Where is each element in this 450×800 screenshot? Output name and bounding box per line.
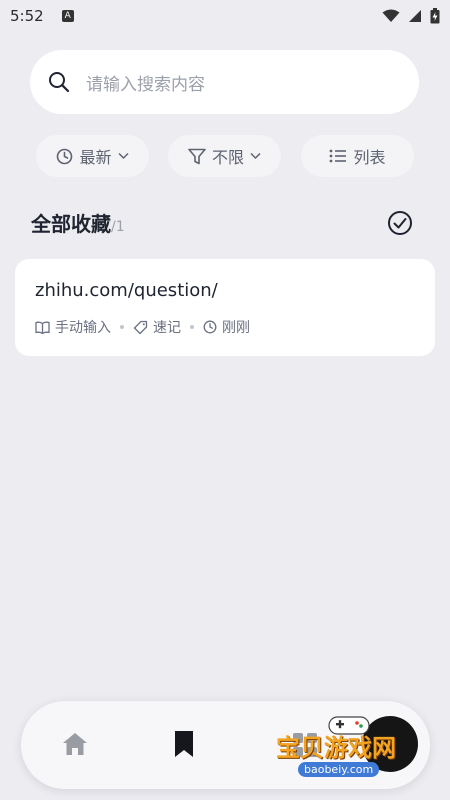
view-mode-label: 列表 bbox=[353, 148, 386, 167]
bookmark-meta: 手动输入 速记 刚刚 bbox=[35, 317, 415, 337]
range-filter-button[interactable]: 不限 bbox=[168, 135, 281, 177]
watermark-url: baobeiy.com bbox=[298, 762, 380, 777]
source-label: 手动输入 bbox=[55, 320, 111, 336]
select-all-check-icon[interactable] bbox=[387, 210, 413, 236]
meta-separator bbox=[190, 325, 194, 329]
search-input[interactable]: 请输入搜索内容 bbox=[86, 70, 205, 95]
signal-icon bbox=[409, 10, 421, 22]
time-label: 刚刚 bbox=[222, 320, 250, 336]
sort-filter-button[interactable]: 最新 bbox=[36, 135, 149, 177]
section-title: 全部收藏 bbox=[31, 212, 111, 236]
status-icons bbox=[382, 8, 440, 24]
section-header: 全部收藏 / 1 bbox=[31, 208, 125, 237]
clock-icon bbox=[57, 148, 73, 164]
status-bar: 5:52 A bbox=[0, 0, 450, 32]
view-mode-button[interactable]: 列表 bbox=[301, 135, 414, 177]
range-filter-label: 不限 bbox=[211, 148, 244, 167]
bookmark-title: zhihu.com/question/ bbox=[35, 280, 218, 301]
watermark-logo: 宝贝游戏网 baobeiy.com bbox=[270, 712, 430, 790]
book-icon bbox=[35, 321, 50, 334]
search-bar[interactable]: 请输入搜索内容 bbox=[30, 50, 419, 114]
source-meta: 手动输入 bbox=[35, 317, 111, 337]
app-notification-icon: A bbox=[61, 10, 74, 22]
item-count: 1 bbox=[115, 219, 125, 235]
tag-meta: 速记 bbox=[133, 317, 181, 337]
bookmark-card[interactable]: zhihu.com/question/ 手动输入 速记 刚刚 bbox=[15, 259, 435, 356]
status-time: 5:52 bbox=[10, 7, 44, 25]
filter-icon bbox=[188, 148, 206, 164]
chevron-down-icon bbox=[117, 152, 129, 160]
list-icon bbox=[330, 149, 347, 163]
search-icon bbox=[49, 72, 70, 93]
bookmark-icon[interactable] bbox=[173, 729, 195, 759]
tag-label: 速记 bbox=[153, 320, 181, 336]
meta-separator bbox=[120, 325, 124, 329]
clock-icon bbox=[203, 320, 217, 334]
time-meta: 刚刚 bbox=[203, 317, 250, 337]
chevron-down-icon bbox=[250, 152, 261, 160]
wifi-icon bbox=[382, 9, 400, 22]
sort-filter-label: 最新 bbox=[79, 148, 112, 167]
tag-icon bbox=[133, 320, 148, 334]
battery-icon bbox=[430, 8, 440, 24]
watermark-text: 宝贝游戏网 bbox=[276, 734, 396, 762]
home-icon[interactable] bbox=[61, 731, 89, 757]
